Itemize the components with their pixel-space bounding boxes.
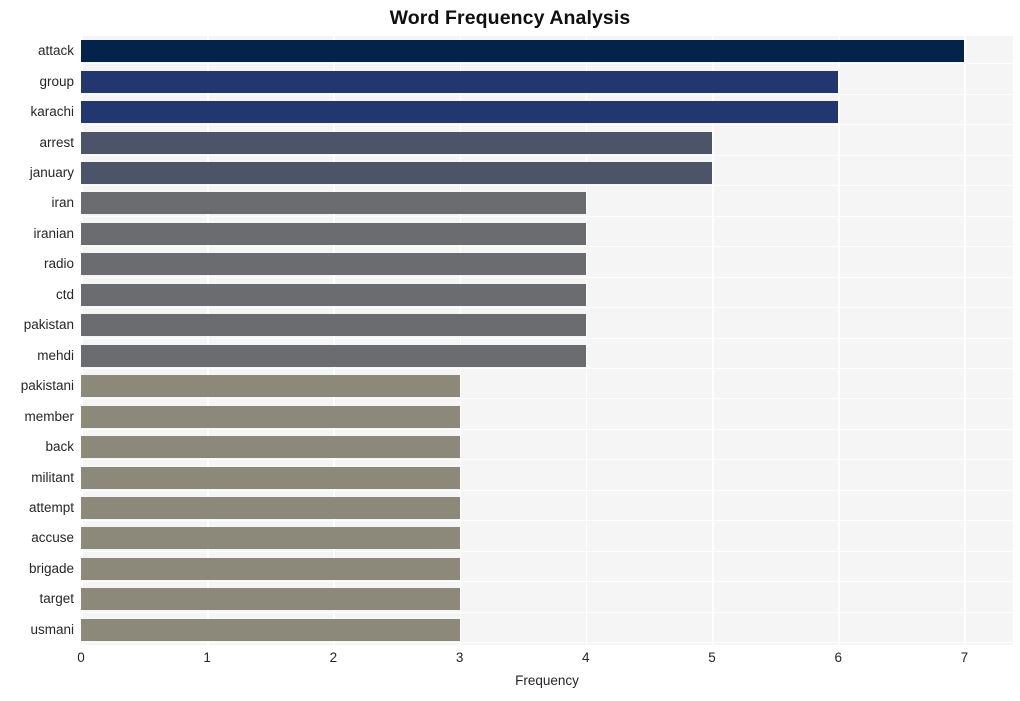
chart-title: Word Frequency Analysis	[389, 7, 631, 29]
y-axis-tick-label: brigade	[28, 561, 74, 576]
y-axis-tick-label: ctd	[55, 287, 74, 302]
word-frequency-chart-figure: Word Frequency Analysis attack group karac…	[0, 0, 1020, 701]
y-axis-tick-labels: attack group karachi arrest january iran irani…	[0, 36, 1020, 645]
y-axis-tick-label: karachi	[30, 104, 74, 119]
y-axis-tick-label: radio	[43, 256, 74, 271]
y-axis-tick-label: attempt	[28, 500, 74, 515]
y-axis-tick-label: militant	[31, 470, 74, 485]
x-axis-tick-labels: 0 1 2 3 4 5 6 7	[0, 649, 1020, 671]
y-axis-tick-label: member	[24, 409, 74, 424]
y-axis-tick-label: pakistan	[23, 317, 74, 332]
y-axis-tick-label: mehdi	[37, 348, 74, 363]
x-axis-tick-label: 2	[329, 650, 338, 665]
y-axis-tick-label: group	[39, 74, 74, 89]
x-axis-tick-label: 3	[455, 650, 464, 665]
x-axis-tick-label: 1	[203, 650, 211, 665]
x-axis-title: Frequency	[515, 673, 579, 688]
x-axis-tick-label: 0	[77, 650, 85, 665]
y-axis-tick-label: back	[45, 439, 74, 454]
y-axis-tick-label: accuse	[31, 530, 74, 545]
y-axis-tick-label: target	[39, 591, 74, 606]
y-axis-tick-label: arrest	[39, 135, 74, 150]
y-axis-tick-label: iranian	[33, 226, 74, 241]
y-axis-tick-label: usmani	[30, 622, 74, 637]
x-axis-tick-label: 4	[582, 650, 590, 665]
y-axis-tick-label: pakistani	[20, 378, 74, 393]
y-axis-tick-label: january	[29, 165, 74, 180]
y-axis-tick-label: attack	[37, 43, 74, 58]
y-axis-tick-label: iran	[51, 195, 74, 210]
x-axis-tick-label: 6	[834, 650, 842, 665]
x-axis-tick-label: 5	[708, 650, 716, 665]
x-axis-tick-label: 7	[960, 650, 969, 665]
